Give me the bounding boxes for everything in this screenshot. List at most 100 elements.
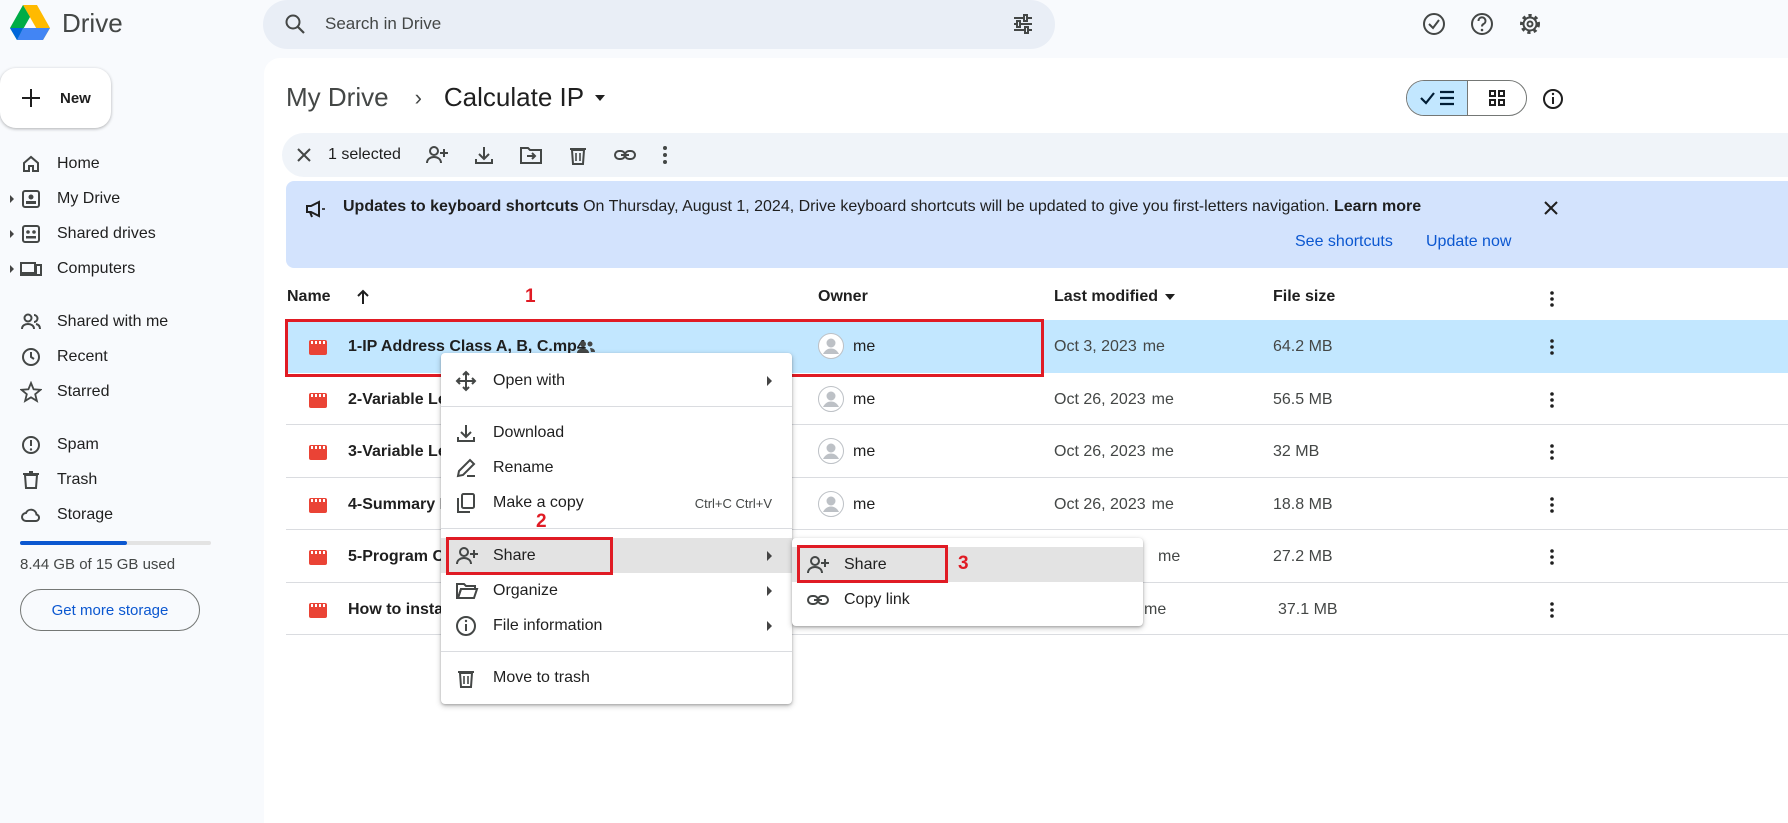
column-header-label: File size xyxy=(1273,288,1336,305)
learn-more-link[interactable]: Learn more xyxy=(1334,198,1421,215)
help-icon[interactable] xyxy=(1468,10,1496,38)
sort-dropdown-icon[interactable] xyxy=(1164,293,1176,301)
video-file-icon xyxy=(309,445,327,460)
video-file-icon xyxy=(309,602,327,618)
spam-icon xyxy=(22,436,40,454)
modified-date: Oct 26, 2023 xyxy=(1054,443,1146,460)
folder-open-icon xyxy=(456,583,479,599)
expand-caret-icon[interactable] xyxy=(10,195,14,203)
sidebar-item-label: Spam xyxy=(57,436,99,453)
check-list-icon xyxy=(1420,90,1454,106)
clock-icon xyxy=(22,348,40,366)
menu-item-label: Move to trash xyxy=(493,669,590,686)
more-actions-icon[interactable] xyxy=(1548,391,1556,409)
modified-by: me xyxy=(1142,338,1165,355)
trash-icon xyxy=(458,671,474,688)
search-options-icon[interactable] xyxy=(1011,12,1035,36)
sort-ascending-arrow-icon[interactable] xyxy=(355,289,371,305)
file-name[interactable]: How to instal xyxy=(348,601,448,619)
menu-item-open-with[interactable]: Open with xyxy=(441,363,792,398)
owner-name: me xyxy=(853,495,876,513)
see-shortcuts-button[interactable]: See shortcuts xyxy=(1295,233,1393,251)
menu-item-download[interactable]: Download xyxy=(441,415,792,450)
sidebar-item-spam[interactable]: Spam xyxy=(0,429,250,461)
megaphone-icon xyxy=(306,200,325,218)
sidebar-item-storage[interactable]: Storage xyxy=(0,499,250,531)
file-name[interactable]: 4-Summary I xyxy=(348,496,444,514)
list-view-button[interactable] xyxy=(1407,81,1468,115)
grid-icon xyxy=(1489,90,1505,106)
more-actions-icon[interactable] xyxy=(1548,338,1556,356)
move-icon[interactable] xyxy=(519,144,543,166)
view-toggle[interactable] xyxy=(1406,80,1527,116)
file-size: 18.8 MB xyxy=(1273,495,1333,513)
sidebar-item-label: Storage xyxy=(57,506,114,523)
download-icon[interactable] xyxy=(473,144,495,166)
more-actions-icon[interactable] xyxy=(661,144,669,166)
sidebar-item-my-drive[interactable]: My Drive xyxy=(0,183,250,215)
search-bar[interactable]: Search in Drive xyxy=(263,0,1055,49)
breadcrumb-root[interactable]: My Drive xyxy=(286,82,389,113)
new-button[interactable]: New xyxy=(0,68,111,128)
sidebar-item-shared-with-me[interactable]: Shared with me xyxy=(0,306,250,338)
menu-item-make-a-copy[interactable]: Make a copy Ctrl+C Ctrl+V xyxy=(441,485,792,520)
sidebar-item-shared-drives[interactable]: Shared drives xyxy=(0,218,250,250)
sidebar-item-home[interactable]: Home xyxy=(0,148,250,180)
drive-logo[interactable]: Drive xyxy=(10,5,123,41)
modified-by: me xyxy=(1151,443,1174,460)
modified-date: Oct 26, 2023 xyxy=(1054,390,1146,408)
settings-gear-icon[interactable] xyxy=(1516,10,1544,38)
shared-drives-icon xyxy=(22,225,40,243)
submenu-arrow-icon xyxy=(767,551,772,561)
expand-caret-icon[interactable] xyxy=(10,230,14,238)
file-name[interactable]: 3-Variable Le xyxy=(348,443,447,461)
info-icon[interactable] xyxy=(1542,88,1564,110)
trash-icon[interactable] xyxy=(567,144,589,166)
file-name[interactable]: 2-Variable Le xyxy=(348,391,447,409)
column-header-owner[interactable]: Owner xyxy=(818,288,868,306)
home-icon xyxy=(23,155,39,172)
sidebar-item-recent[interactable]: Recent xyxy=(0,341,250,373)
column-header-last-modified[interactable]: Last modified xyxy=(1054,288,1176,306)
breadcrumb-current-folder[interactable]: Calculate IP xyxy=(444,82,584,113)
folder-dropdown-icon[interactable] xyxy=(594,94,606,102)
column-header-file-size[interactable]: File size xyxy=(1273,288,1335,306)
annotation-highlight-2 xyxy=(446,537,613,575)
sidebar-item-computers[interactable]: Computers xyxy=(0,253,250,285)
menu-item-file-information[interactable]: File information xyxy=(441,608,792,643)
sidebar-item-label: Starred xyxy=(57,383,110,400)
modified-date: Oct 26, 2023 xyxy=(1054,495,1146,513)
update-now-button[interactable]: Update now xyxy=(1426,233,1511,251)
clear-selection-icon[interactable] xyxy=(294,145,314,165)
modified-by: me xyxy=(1144,600,1167,618)
trash-icon xyxy=(23,471,39,489)
menu-item-move-to-trash[interactable]: Move to trash xyxy=(441,660,792,695)
breadcrumb: My Drive › Calculate IP xyxy=(286,82,606,113)
expand-caret-icon[interactable] xyxy=(10,265,14,273)
column-header-name[interactable]: Name xyxy=(287,288,371,306)
modified-by: me xyxy=(1151,495,1174,513)
share-add-person-icon[interactable] xyxy=(425,144,449,166)
more-actions-icon[interactable] xyxy=(1548,548,1556,566)
file-size: 27.2 MB xyxy=(1273,548,1333,565)
link-icon[interactable] xyxy=(613,144,637,166)
submenu-item-copy-link[interactable]: Copy link xyxy=(792,582,1143,617)
video-file-icon xyxy=(309,550,327,565)
sidebar-item-starred[interactable]: Starred xyxy=(0,376,250,408)
more-actions-icon[interactable] xyxy=(1548,496,1556,514)
info-icon xyxy=(456,616,476,636)
sidebar-item-trash[interactable]: Trash xyxy=(0,464,250,496)
file-name[interactable]: 5-Program C xyxy=(348,548,444,566)
menu-item-rename[interactable]: Rename xyxy=(441,450,792,485)
grid-view-button[interactable] xyxy=(1468,81,1526,115)
get-more-storage-button[interactable]: Get more storage xyxy=(20,589,200,631)
menu-item-organize[interactable]: Organize xyxy=(441,573,792,608)
more-actions-icon[interactable] xyxy=(1548,443,1556,461)
search-input[interactable]: Search in Drive xyxy=(325,14,441,34)
close-banner-icon[interactable] xyxy=(1542,199,1560,217)
more-actions-icon[interactable] xyxy=(1548,601,1556,619)
ready-for-offline-icon[interactable] xyxy=(1420,10,1448,38)
file-size: 64.2 MB xyxy=(1273,338,1333,355)
column-options-icon[interactable] xyxy=(1548,290,1556,308)
annotation-number-2: 2 xyxy=(536,511,547,532)
